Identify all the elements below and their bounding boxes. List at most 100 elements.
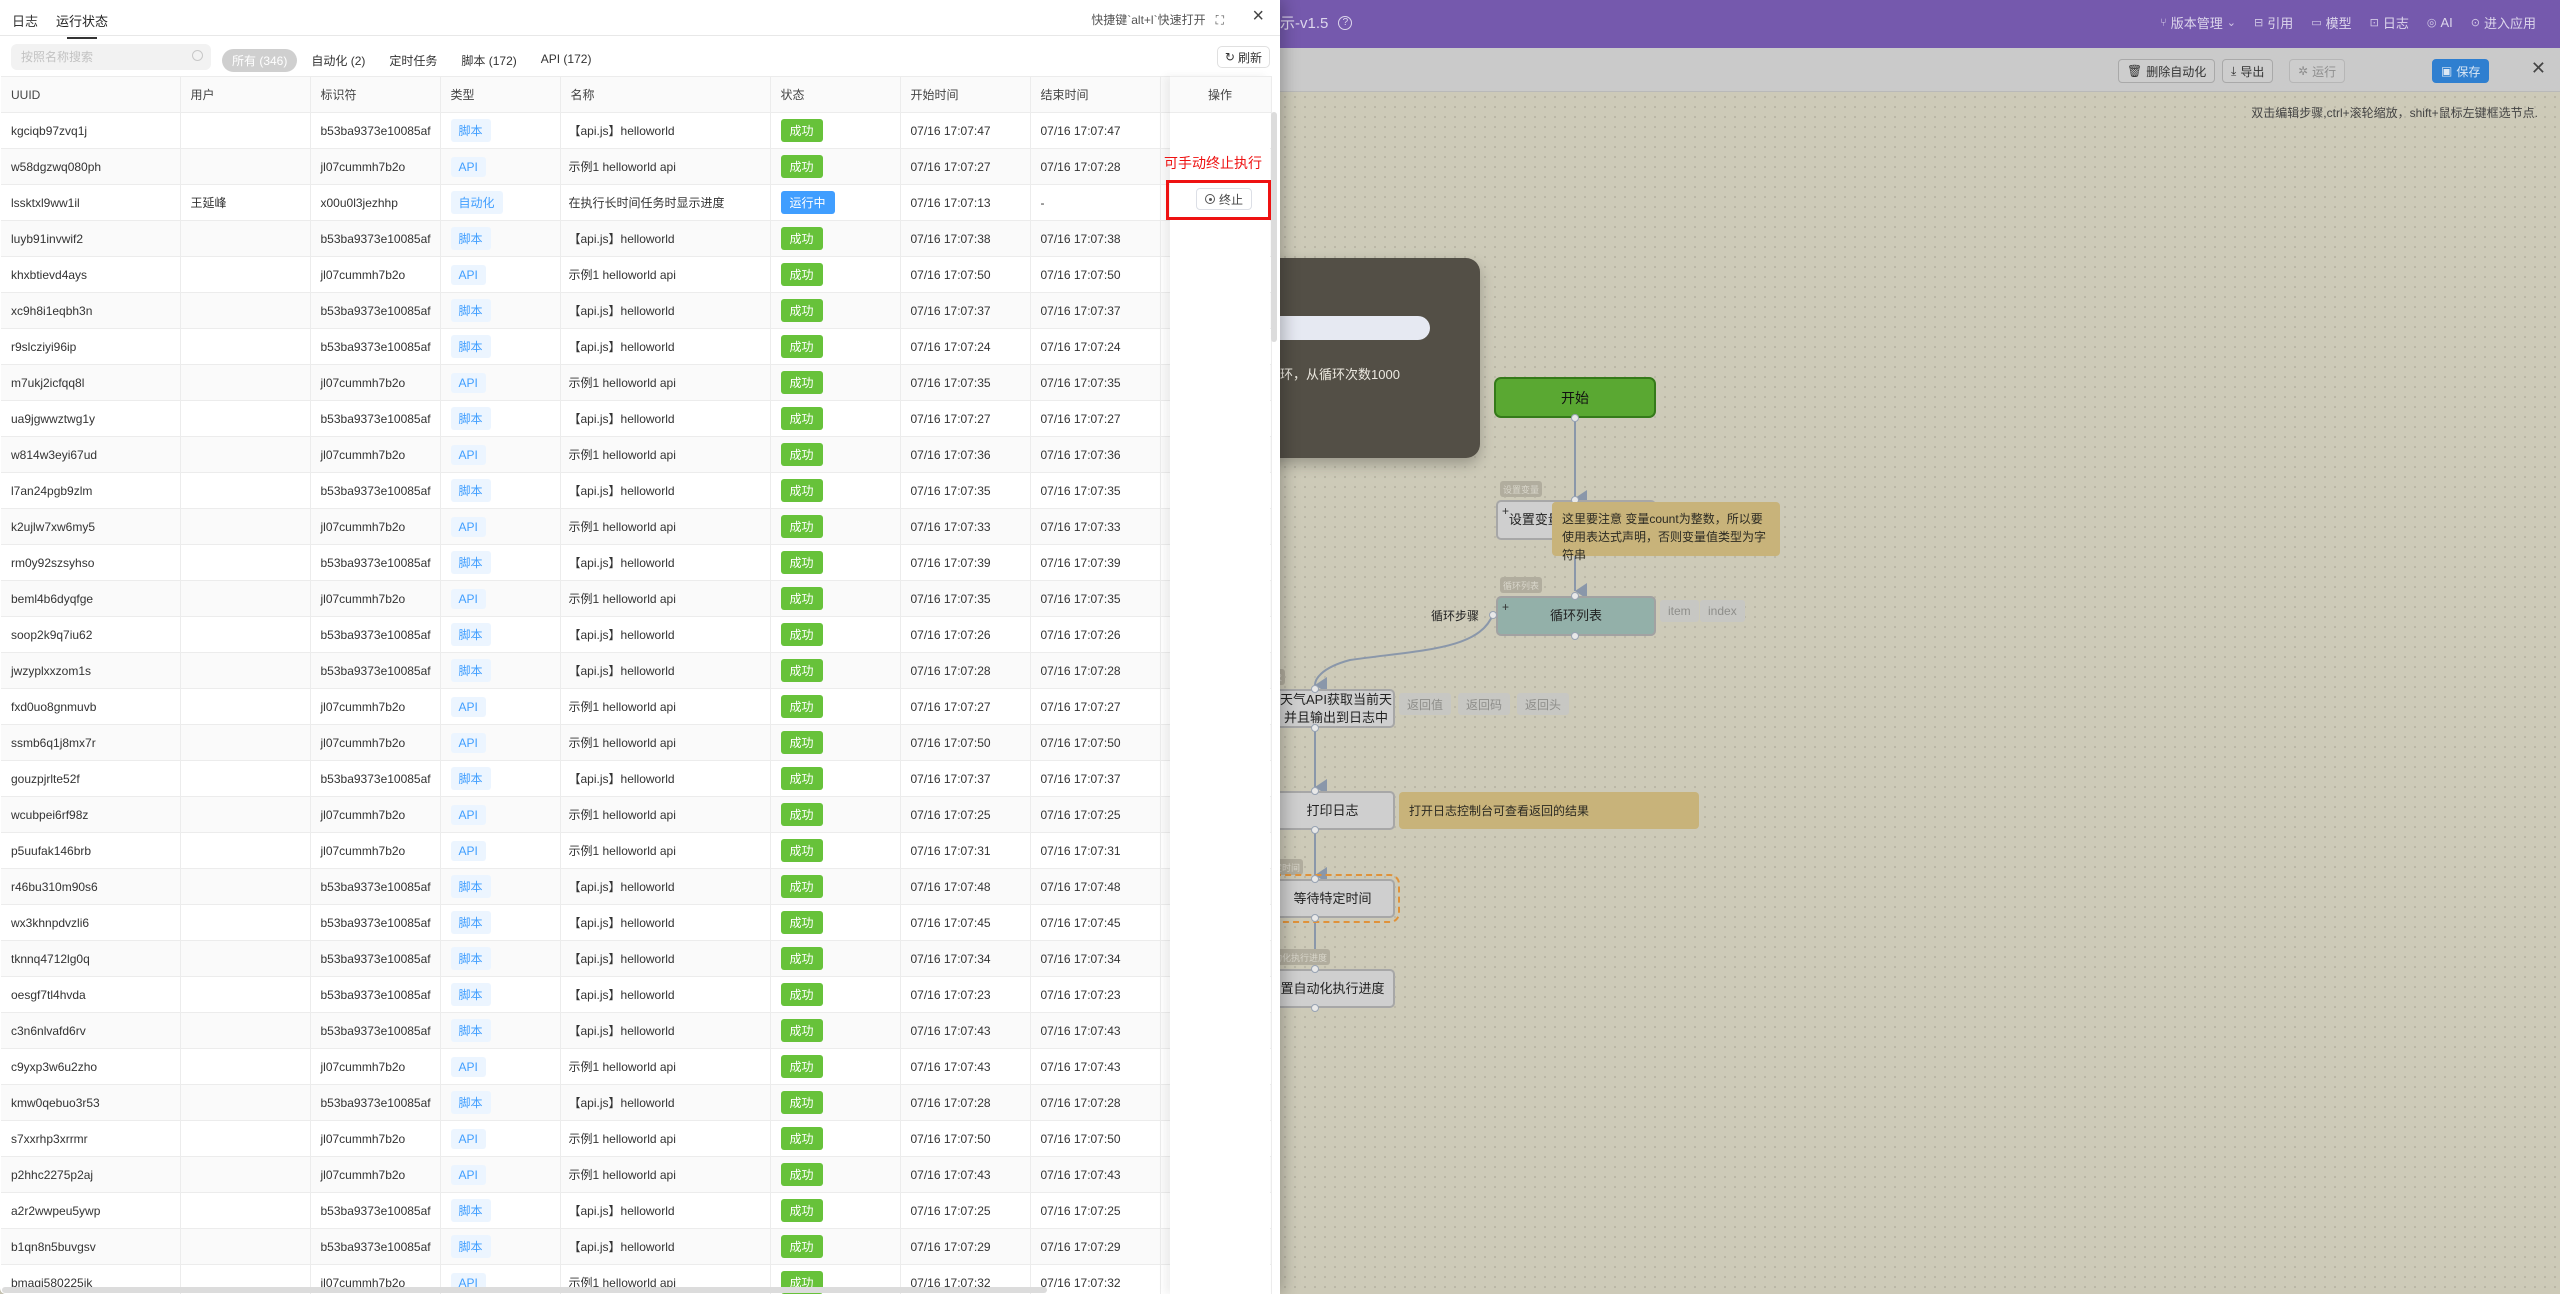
flow-node-weather-api[interactable]: 天气API获取当前天 并且输出到日志中	[1270, 689, 1395, 728]
nav-model[interactable]: ▭ 模型	[2311, 13, 2351, 32]
node-port[interactable]	[1311, 685, 1319, 693]
node-port[interactable]	[1311, 965, 1319, 973]
node-port[interactable]	[1571, 592, 1579, 600]
node-port[interactable]	[1311, 875, 1319, 883]
table-row[interactable]: fxd0uo8gnmuvb jl07cummh7b2o API 示例1 hellowo…	[1, 688, 1272, 725]
cell-end-time: 07/16 17:07:28	[1030, 148, 1161, 185]
node-port[interactable]	[1311, 1004, 1319, 1012]
cell-end-time: -	[1030, 184, 1161, 221]
col-type[interactable]: 类型	[440, 76, 561, 113]
output-chip-index[interactable]: index	[1700, 600, 1745, 622]
nav-reference[interactable]: ⊟ 引用	[2254, 13, 2293, 32]
comment-note-print-log[interactable]: 打开日志控制台可查看返回的结果	[1399, 792, 1699, 829]
table-row[interactable]: wx3khnpdvzli6 b53ba9373e10085af 脚本 【api.js】…	[1, 904, 1272, 941]
table-row[interactable]: p2hhc2275p2aj jl07cummh7b2o API 示例1 hellowo…	[1, 1156, 1272, 1193]
table-row[interactable]: p5uufak146brb jl07cummh7b2o API 示例1 hellowo…	[1, 832, 1272, 869]
node-port[interactable]	[1311, 787, 1319, 795]
table-row[interactable]: oesgf7tl4hvda b53ba9373e10085af 脚本 【api.js】…	[1, 976, 1272, 1013]
filter-scheduled[interactable]: 定时任务	[379, 49, 447, 72]
output-chip-item[interactable]: item	[1660, 600, 1699, 622]
table-row[interactable]: r46bu310m90s6 b53ba9373e10085af 脚本 【api.js】…	[1, 868, 1272, 905]
table-row[interactable]: c3n6nlvafd6rv b53ba9373e10085af 脚本 【api.js】…	[1, 1012, 1272, 1049]
run-button[interactable]: ✲ 运行	[2289, 59, 2346, 83]
table-row[interactable]: luyb91invwif2 b53ba9373e10085af 脚本 【api.js】…	[1, 220, 1272, 257]
col-user[interactable]: 用户	[180, 76, 311, 113]
flow-node-wait[interactable]: 等待特定时间	[1265, 874, 1400, 923]
comment-note-set-variable[interactable]: 这里要注意 变量count为整数，所以要使用表达式声明，否则变量值类型为字符串	[1552, 502, 1780, 562]
table-row[interactable]: r9slcziyi96ip b53ba9373e10085af 脚本 【api.js】…	[1, 328, 1272, 365]
col-identifier[interactable]: 标识符	[310, 76, 441, 113]
output-chip-return-code[interactable]: 返回码	[1458, 693, 1511, 715]
help-icon[interactable]: ?	[1338, 15, 1353, 30]
tab-log[interactable]: 日志	[12, 11, 38, 30]
col-name[interactable]: 名称	[560, 76, 771, 113]
node-port[interactable]	[1311, 826, 1319, 834]
table-row[interactable]: lssktxl9ww1il 王延峰 x00u0l3jezhhp 自动化 在执行长时间任务…	[1, 184, 1272, 221]
table-row[interactable]: xc9h8i1eqbh3n b53ba9373e10085af 脚本 【api.js】…	[1, 292, 1272, 329]
node-port[interactable]	[1311, 914, 1319, 922]
table-row[interactable]: w814w3eyi67ud jl07cummh7b2o API 示例1 hellowo…	[1, 436, 1272, 473]
table-row[interactable]: khxbtievd4ays jl07cummh7b2o API 示例1 hellowo…	[1, 256, 1272, 293]
table-row[interactable]: w58dgzwq080ph jl07cummh7b2o API 示例1 hellowo…	[1, 148, 1272, 185]
table-row[interactable]: b1qn8n5buvgsv b53ba9373e10085af 脚本 【api.js】…	[1, 1228, 1272, 1265]
table-row[interactable]: ua9jgwwztwg1y b53ba9373e10085af 脚本 【api.js】…	[1, 400, 1272, 437]
node-port[interactable]	[1311, 724, 1319, 732]
table-row[interactable]: c9yxp3w6u2zho jl07cummh7b2o API 示例1 hellowo…	[1, 1048, 1272, 1085]
table-row[interactable]: soop2k9q7iu62 b53ba9373e10085af 脚本 【api.js】…	[1, 616, 1272, 653]
filter-automation[interactable]: 自动化 (2)	[301, 49, 375, 72]
table-row[interactable]: wcubpei6rf98z jl07cummh7b2o API 示例1 hellowo…	[1, 796, 1272, 833]
cell-user	[180, 436, 311, 473]
flow-node-print-log[interactable]: 打印日志	[1270, 791, 1395, 830]
filter-all[interactable]: 所有 (346)	[222, 49, 298, 72]
node-port[interactable]	[1571, 632, 1579, 640]
flow-node-start[interactable]: 开始	[1494, 377, 1656, 418]
table-row[interactable]: ssmb6q1j8mx7r jl07cummh7b2o API 示例1 hellowo…	[1, 724, 1272, 761]
search-icon[interactable]	[192, 50, 203, 61]
table-row[interactable]: a2r2wwpeu5ywp b53ba9373e10085af 脚本 【api.js】…	[1, 1192, 1272, 1229]
filter-api[interactable]: API (172)	[531, 49, 602, 72]
delete-automation-button[interactable]: 🗑 删除自动化	[2118, 59, 2216, 83]
horizontal-scrollbar[interactable]	[2, 1287, 1047, 1293]
table-row[interactable]: k2ujlw7xw6my5 jl07cummh7b2o API 示例1 hellowo…	[1, 508, 1272, 545]
node-port[interactable]	[1571, 414, 1579, 422]
filter-script[interactable]: 脚本 (172)	[451, 49, 526, 72]
table-row[interactable]: gouzpjrlte52f b53ba9373e10085af 脚本 【api.js】…	[1, 760, 1272, 797]
table-row[interactable]: kmw0qebuo3r53 b53ba9373e10085af 脚本 【api.js】…	[1, 1084, 1272, 1121]
col-uuid[interactable]: UUID	[1, 76, 181, 113]
output-chip-return-value[interactable]: 返回值	[1399, 693, 1452, 715]
cell-type: 脚本	[440, 220, 561, 257]
nav-log[interactable]: ⊡ 日志	[2370, 13, 2409, 32]
output-chip-return-header[interactable]: 返回头	[1517, 693, 1570, 715]
col-status[interactable]: 状态	[770, 76, 901, 113]
table-row[interactable]: jwzyplxxzom1s b53ba9373e10085af 脚本 【api.js】…	[1, 652, 1272, 689]
export-button[interactable]: ⤓ 导出	[2222, 59, 2274, 83]
nav-enter-app[interactable]: ⊙ 进入应用	[2471, 13, 2536, 32]
type-tag: 脚本	[450, 551, 491, 574]
table-row[interactable]: rm0y92szsyhso b53ba9373e10085af 脚本 【api.js】…	[1, 544, 1272, 581]
vertical-scrollbar[interactable]	[1271, 112, 1277, 342]
table-row[interactable]: beml4b6dyqfge jl07cummh7b2o API 示例1 hellowo…	[1, 580, 1272, 617]
search-input[interactable]	[11, 44, 211, 70]
expand-plus-icon[interactable]: +	[1502, 598, 1509, 616]
tab-run-status[interactable]: 运行状态	[56, 11, 108, 39]
drawer-close-icon[interactable]: ×	[1252, 6, 1264, 26]
col-start-time[interactable]: 开始时间	[900, 76, 1031, 113]
table-row[interactable]: s7xxrhp3xrrmr jl07cummh7b2o API 示例1 hellowo…	[1, 1120, 1272, 1157]
refresh-button[interactable]: ↻ 刷新	[1216, 46, 1270, 68]
node-port[interactable]	[1489, 611, 1497, 619]
table-row[interactable]: kgciqb97zvq1j b53ba9373e10085af 脚本 【api.js】…	[1, 112, 1272, 149]
flow-node-loop-list[interactable]: + 循环列表	[1496, 596, 1656, 636]
table-row[interactable]: l7an24pgb9zlm b53ba9373e10085af 脚本 【api.js】…	[1, 472, 1272, 509]
expand-plus-icon[interactable]: +	[1502, 502, 1509, 520]
nav-ai[interactable]: ◎ AI	[2427, 13, 2453, 32]
type-tag: 脚本	[450, 875, 491, 898]
col-end-time[interactable]: 结束时间	[1030, 76, 1161, 113]
cell-name: 【api.js】helloworld	[560, 904, 771, 941]
save-button[interactable]: ▣ 保存	[2432, 59, 2490, 83]
table-row[interactable]: m7ukj2icfqq8l jl07cummh7b2o API 示例1 hellowo…	[1, 364, 1272, 401]
table-row[interactable]: tknnq4712lg0q b53ba9373e10085af 脚本 【api.js】…	[1, 940, 1272, 977]
fullscreen-icon[interactable]: ⛶	[1216, 13, 1224, 27]
flow-node-set-progress[interactable]: 置自动化执行进度	[1270, 969, 1395, 1008]
editor-close-icon[interactable]: ✕	[2531, 58, 2546, 79]
nav-version-management[interactable]: ⑂ 版本管理 ⌄	[2160, 13, 2236, 32]
